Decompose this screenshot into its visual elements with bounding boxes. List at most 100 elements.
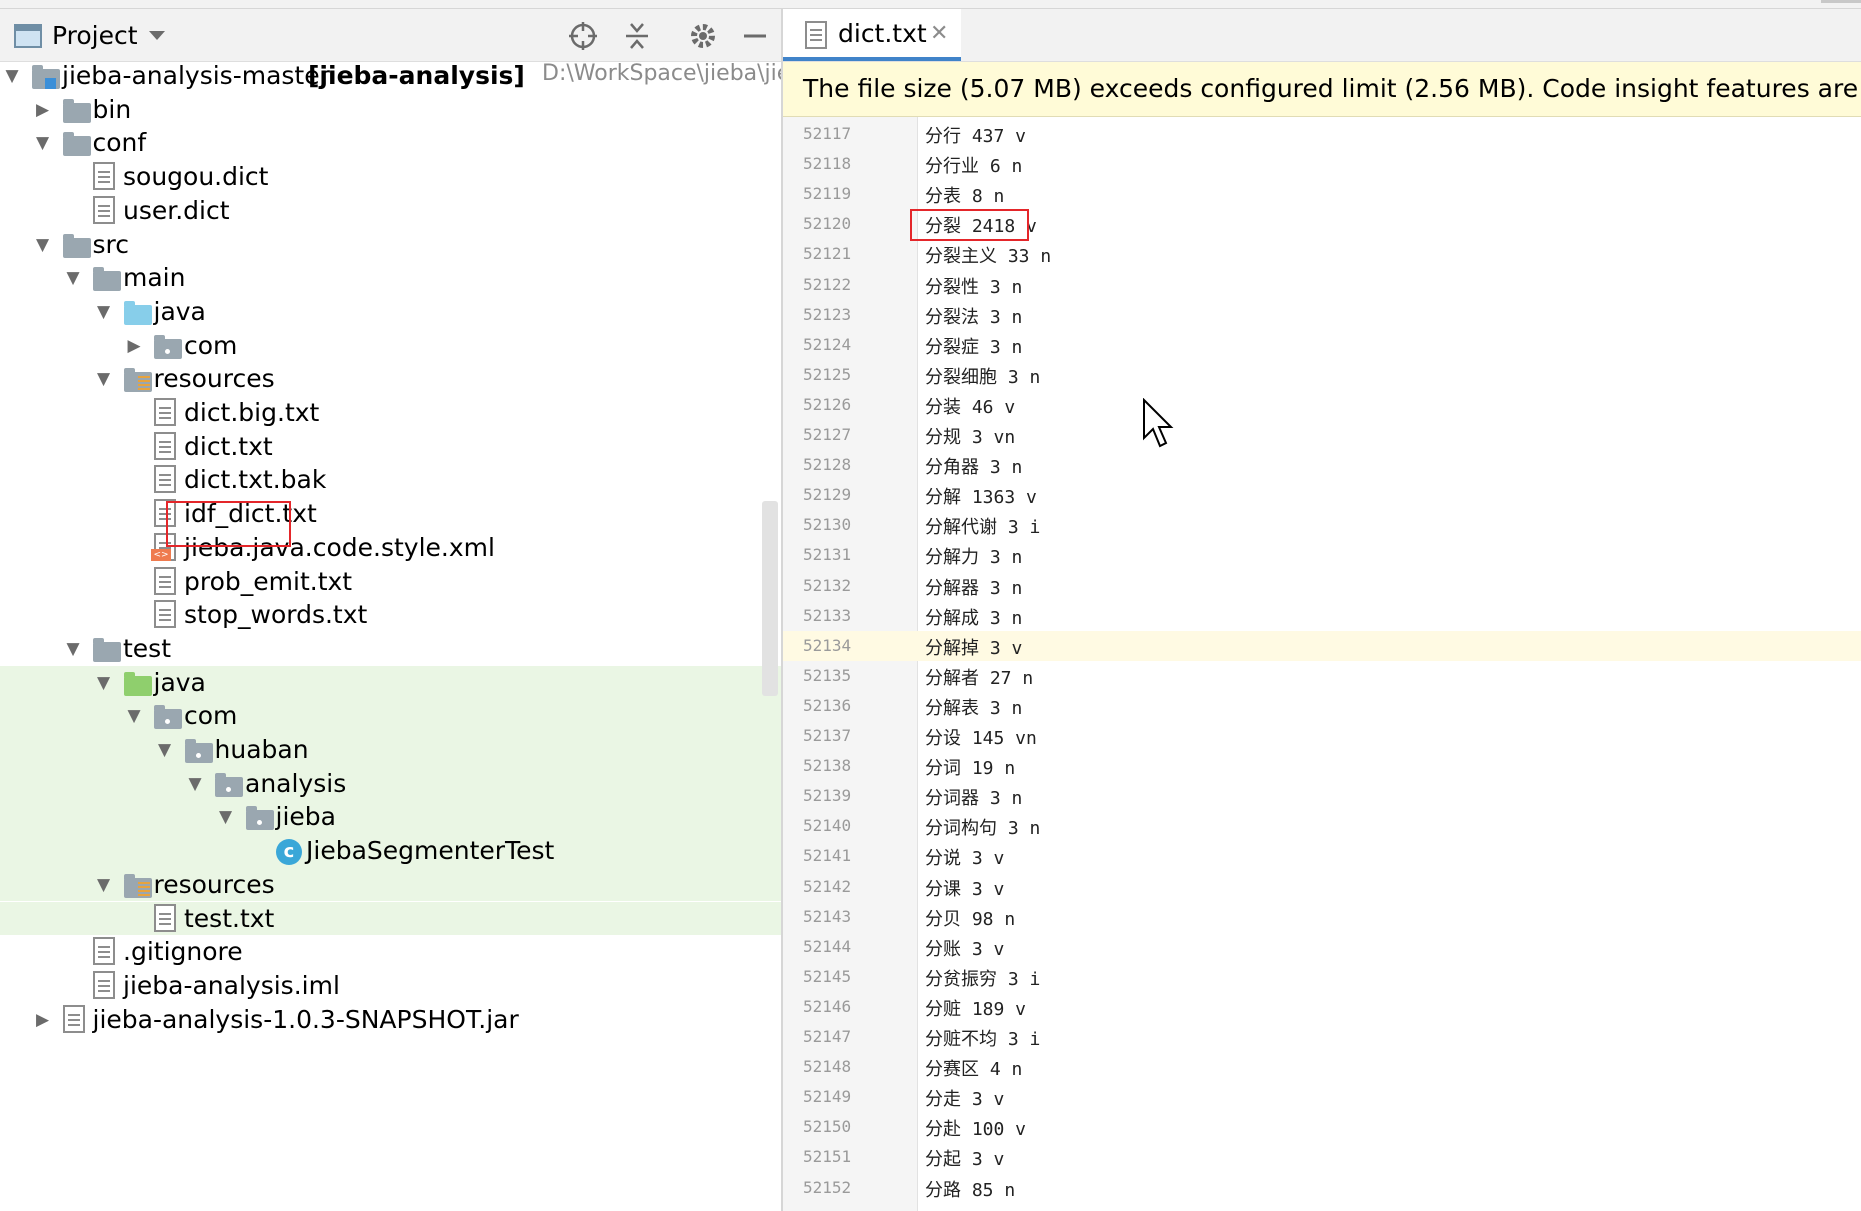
code-line[interactable]: 52151 分起 3 v (783, 1142, 1861, 1172)
tree-row[interactable]: ▼ resources (0, 867, 781, 902)
tree-row[interactable]: test.txt (0, 901, 781, 936)
expand-arrow-down-icon[interactable]: ▼ (64, 640, 82, 658)
expand-arrow-down-icon[interactable]: ▼ (3, 67, 21, 85)
gear-icon[interactable] (688, 21, 718, 51)
tree-row[interactable]: dict.txt (0, 430, 781, 464)
tree-row[interactable]: ▼ test (0, 632, 781, 666)
tree-row[interactable]: ▼ src (0, 228, 781, 262)
tree-item-label: jieba-analysis.iml (123, 970, 340, 1000)
tree-row[interactable]: user.dict (0, 194, 781, 228)
code-line[interactable]: 52121 分裂主义 33 n (783, 239, 1861, 269)
tree-row[interactable]: ▼ huaban (0, 733, 781, 767)
close-icon[interactable]: ✕ (930, 21, 948, 46)
locate-icon[interactable] (568, 21, 598, 51)
code-line[interactable]: 52148 分赛区 4 n (783, 1052, 1861, 1082)
code-line[interactable]: 52124 分裂症 3 n (783, 330, 1861, 360)
code-line[interactable]: 52127 分规 3 vn (783, 420, 1861, 450)
line-number: 52144 (803, 936, 852, 956)
tree-row[interactable]: ▼ main (0, 261, 781, 295)
tree-row[interactable]: ▼ java (0, 295, 781, 329)
code-line[interactable]: 52122 分裂性 3 n (783, 270, 1861, 300)
package-icon (154, 705, 182, 730)
expand-arrow-right-icon[interactable]: ▶ (125, 337, 143, 355)
tree-row[interactable]: dict.big.txt (0, 396, 781, 430)
collapse-all-icon[interactable] (622, 21, 652, 51)
tree-item-label: resources (153, 869, 275, 899)
code-line[interactable]: 52123 分裂法 3 n (783, 300, 1861, 330)
line-text: 分词 19 n (925, 758, 1016, 780)
code-line[interactable]: 52119 分表 8 n (783, 179, 1861, 209)
code-line[interactable]: 52130 分解代谢 3 i (783, 510, 1861, 540)
code-line[interactable]: 52152 分路 85 n (783, 1173, 1861, 1203)
expand-arrow-down-icon[interactable]: ▼ (217, 808, 235, 826)
tree-row[interactable]: prob_emit.txt (0, 565, 781, 599)
current-line[interactable]: 52134 分解掉 3 v (783, 630, 1861, 661)
expand-arrow-down-icon[interactable]: ▼ (95, 876, 113, 894)
expand-arrow-right-icon[interactable]: ▶ (34, 1011, 52, 1029)
expand-arrow-down-icon[interactable]: ▼ (95, 674, 113, 692)
line-number: 52149 (803, 1087, 852, 1107)
tree-row[interactable]: stop_words.txt (0, 598, 781, 632)
tree-row[interactable]: ▼ jieba (0, 800, 781, 835)
tree-row[interactable]: ▶ bin (0, 93, 781, 127)
code-line[interactable]: 52135 分解者 27 n (783, 661, 1861, 691)
tree-row[interactable]: ▶ com (0, 329, 781, 363)
code-line[interactable]: 52136 分解表 3 n (783, 691, 1861, 721)
hide-panel-icon[interactable] (740, 21, 770, 51)
expand-arrow-down-icon[interactable]: ▼ (34, 236, 52, 254)
code-line[interactable]: 52129 分解 1363 v (783, 480, 1861, 510)
expand-arrow-down-icon[interactable]: ▼ (95, 303, 113, 321)
code-line[interactable]: 52132 分解器 3 n (783, 571, 1861, 601)
code-line[interactable]: 52128 分角器 3 n (783, 450, 1861, 480)
tree-row[interactable]: ▼ com (0, 699, 781, 733)
code-line[interactable]: 52146 分赃 189 v (783, 992, 1861, 1022)
code-line[interactable]: 52133 分解成 3 n (783, 601, 1861, 631)
code-line[interactable]: 52145 分贫振穷 3 i (783, 962, 1861, 992)
line-highlight-box (910, 209, 1029, 241)
code-line[interactable]: 52118 分行业 6 n (783, 149, 1861, 179)
project-tree-scrollbar[interactable] (762, 501, 778, 696)
code-line[interactable]: 52137 分设 145 vn (783, 721, 1861, 751)
chevron-down-icon[interactable] (148, 30, 166, 42)
tree-row[interactable]: jieba-analysis.iml (0, 969, 781, 1003)
tree-row[interactable]: dict.txt.bak (0, 463, 781, 497)
window-top-strip (0, 0, 1861, 9)
editor-tab-bar: dict.txt ✕ (783, 9, 1861, 62)
tab-dict-txt[interactable]: dict.txt ✕ (783, 9, 961, 61)
tree-row[interactable]: ▼ conf (0, 126, 781, 160)
code-line[interactable]: 52141 分说 3 v (783, 841, 1861, 871)
expand-arrow-right-icon[interactable]: ▶ (34, 101, 52, 119)
line-text: 分裂性 3 n (925, 276, 1023, 298)
code-line[interactable]: 52149 分走 3 v (783, 1082, 1861, 1112)
code-line[interactable]: 52150 分赴 100 v (783, 1112, 1861, 1142)
code-line[interactable]: 52125 分裂细胞 3 n (783, 360, 1861, 390)
code-line[interactable]: 52144 分账 3 v (783, 932, 1861, 962)
expand-arrow-down-icon[interactable]: ▼ (34, 134, 52, 152)
code-line[interactable]: 52142 分课 3 v (783, 872, 1861, 902)
expand-arrow-down-icon[interactable]: ▼ (125, 707, 143, 725)
code-line[interactable]: 52131 分解力 3 n (783, 540, 1861, 570)
project-view-selector[interactable]: Project (14, 21, 166, 50)
tree-row[interactable]: ▶ jieba-analysis-1.0.3-SNAPSHOT.jar (0, 1003, 781, 1037)
code-line[interactable]: 52139 分词器 3 n (783, 781, 1861, 811)
code-line[interactable]: 52140 分词构句 3 n (783, 811, 1861, 841)
expand-arrow-down-icon[interactable]: ▼ (186, 775, 204, 793)
tree-row[interactable]: ▼ jieba-analysis-master [jieba-analysis] D:… (0, 59, 781, 93)
tree-row[interactable]: ▼ analysis (0, 766, 781, 801)
tree-row[interactable]: ▼ java (0, 665, 781, 700)
tree-row[interactable]: <> jieba.java.code.style.xml (0, 531, 781, 565)
tree-row[interactable]: c JiebaSegmenterTest (0, 834, 781, 868)
tree-row[interactable]: ▼ resources (0, 362, 781, 396)
code-line[interactable]: 52126 分装 46 v (783, 390, 1861, 420)
code-line[interactable]: 52138 分词 19 n (783, 751, 1861, 781)
code-line[interactable]: 52117 分行 437 v (783, 119, 1861, 149)
code-line[interactable]: 52147 分赃不均 3 i (783, 1022, 1861, 1052)
tree-row[interactable]: sougou.dict (0, 160, 781, 194)
expand-arrow-down-icon[interactable]: ▼ (64, 269, 82, 287)
tree-row[interactable]: .gitignore (0, 935, 781, 969)
code-line[interactable]: 52143 分贝 98 n (783, 902, 1861, 932)
expand-arrow-down-icon[interactable]: ▼ (95, 370, 113, 388)
tree-row[interactable]: idf_dict.txt (0, 497, 781, 531)
text-file-icon (154, 600, 176, 629)
expand-arrow-down-icon[interactable]: ▼ (156, 741, 174, 759)
